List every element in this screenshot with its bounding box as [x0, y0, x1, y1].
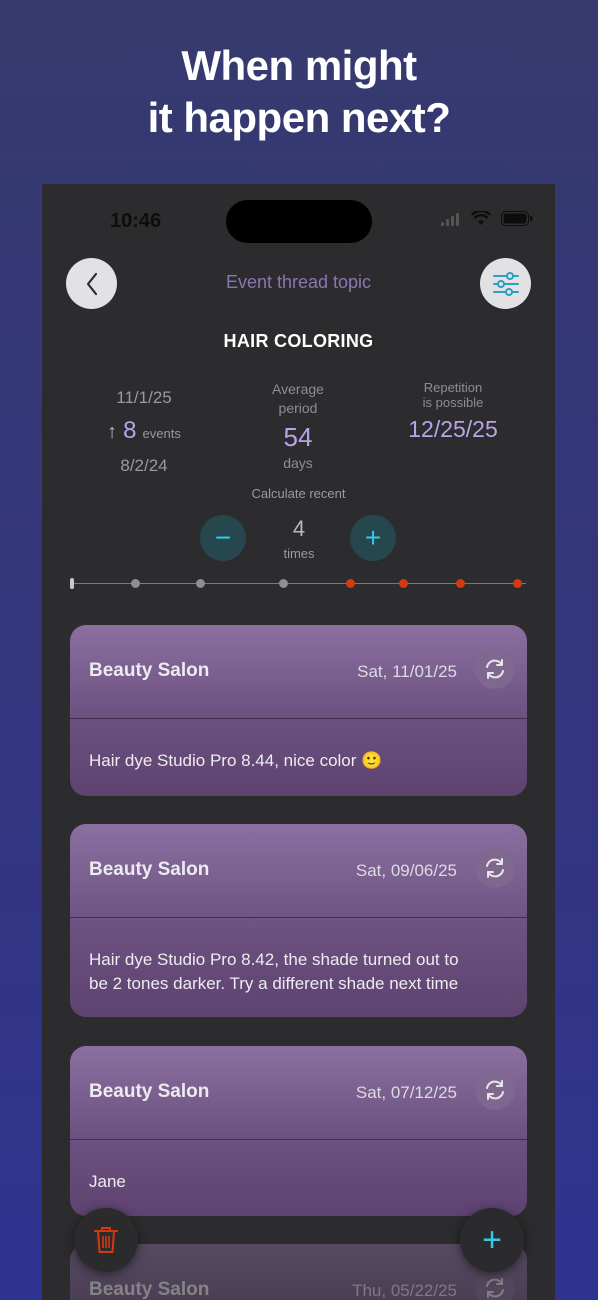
events-timeline — [70, 574, 528, 594]
event-card-header: Beauty Salon Thu, 05/22/25 — [70, 1244, 527, 1300]
event-card-header: Beauty Salon Sat, 09/06/25 — [70, 824, 527, 918]
sync-icon — [486, 858, 504, 878]
event-place: Beauty Salon — [89, 1279, 210, 1300]
event-place: Beauty Salon — [89, 660, 210, 681]
average-value: 54 — [283, 422, 313, 452]
status-icons — [441, 211, 533, 226]
dynamic-island — [226, 200, 372, 243]
signal-icon — [441, 212, 459, 226]
repeat-event-button[interactable] — [475, 1268, 515, 1300]
event-date: Sat, 07/12/25 — [355, 1083, 457, 1102]
sync-icon — [486, 1278, 504, 1298]
repeat-event-button[interactable] — [475, 1070, 515, 1110]
events-unit: events — [142, 426, 181, 441]
topic-label: Event thread topic — [225, 272, 372, 292]
event-note-line: Jane — [89, 1172, 126, 1191]
event-card[interactable]: Beauty Salon Sat, 11/01/25 Hair dye Stud… — [70, 625, 527, 796]
event-date: Thu, 05/22/25 — [352, 1281, 457, 1300]
event-card-header: Beauty Salon Sat, 11/01/25 — [70, 625, 527, 719]
headline: When might it happen next? — [0, 40, 598, 144]
timeline-event-dot — [399, 579, 408, 588]
repetition-date: 12/25/25 — [408, 416, 498, 442]
timeline-event-dot — [346, 579, 355, 588]
timeline-event-dot — [513, 579, 522, 588]
event-card-header: Beauty Salon Sat, 07/12/25 — [70, 1046, 527, 1140]
event-place: Beauty Salon — [89, 1081, 210, 1102]
event-note-line: Hair dye Studio Pro 8.44, nice color 🙂 — [89, 751, 383, 770]
repeat-event-button[interactable] — [475, 649, 515, 689]
event-date: Sat, 11/01/25 — [357, 662, 457, 681]
sync-icon — [486, 659, 504, 679]
filter-button[interactable] — [480, 258, 531, 309]
increment-button[interactable]: + — [350, 515, 396, 561]
event-card[interactable]: Beauty Salon Sat, 07/12/25 Jane — [70, 1046, 527, 1216]
thread-title: HAIR COLORING — [223, 331, 374, 351]
first-event-date: 8/2/24 — [120, 456, 168, 475]
arrow-up-icon: ↑ — [107, 421, 118, 443]
events-count: 8 — [123, 417, 137, 444]
timeline-start-marker — [70, 578, 74, 589]
trash-icon — [94, 1227, 118, 1253]
headline-line-2: it happen next? — [147, 94, 451, 141]
recent-count: 4 — [292, 516, 306, 541]
timeline-event-dot — [456, 579, 465, 588]
average-unit: days — [283, 455, 313, 471]
event-note: Hair dye Studio Pro 8.42, the shade turn… — [70, 918, 527, 996]
repetition-label-2: is possible — [422, 395, 484, 410]
battery-icon — [501, 211, 533, 226]
delete-button[interactable] — [74, 1208, 138, 1272]
event-note: Hair dye Studio Pro 8.44, nice color 🙂 — [70, 719, 527, 773]
timeline-event-dot — [196, 579, 205, 588]
calculate-recent-label: Calculate recent — [251, 486, 346, 501]
event-place: Beauty Salon — [89, 859, 210, 880]
event-card[interactable]: Beauty Salon Thu, 05/22/25 — [70, 1244, 527, 1300]
average-period-stat: Average period 54 days — [238, 380, 358, 473]
timeline-event-dot — [131, 579, 140, 588]
average-label-1: Average — [272, 381, 324, 397]
repeat-event-button[interactable] — [475, 848, 515, 888]
add-event-button[interactable]: + — [460, 1208, 524, 1272]
headline-line-1: When might — [181, 42, 417, 89]
sliders-icon — [492, 271, 519, 296]
event-note-line: Hair dye Studio Pro 8.42, the shade turn… — [89, 950, 459, 969]
decrement-button[interactable]: − — [200, 515, 246, 561]
plus-icon: + — [482, 1221, 502, 1259]
event-note: Jane — [70, 1140, 527, 1194]
phone-screen: 10:46 Event thread topic HAIR COLORING 1… — [42, 184, 555, 1300]
event-card[interactable]: Beauty Salon Sat, 09/06/25 Hair dye Stud… — [70, 824, 527, 1017]
event-note-line: be 2 tones darker. Try a different shade… — [89, 974, 459, 993]
repetition-label-1: Repetition — [423, 380, 483, 395]
status-time: 10:46 — [110, 210, 162, 232]
last-event-date: 11/1/25 — [116, 388, 172, 407]
event-date: Sat, 09/06/25 — [355, 861, 457, 880]
timeline-event-dot — [279, 579, 288, 588]
average-label-2: period — [278, 400, 318, 416]
recent-unit: times — [283, 546, 315, 561]
events-count-row: ↑ 8 events — [92, 417, 196, 445]
wifi-icon — [471, 211, 491, 225]
recent-stepper-value: 4 times — [258, 516, 340, 561]
sync-icon — [486, 1080, 504, 1100]
repetition-stat: Repetition is possible 12/25/25 — [388, 380, 518, 443]
events-range-stat: 11/1/25 ↑ 8 events 8/2/24 — [92, 388, 196, 476]
